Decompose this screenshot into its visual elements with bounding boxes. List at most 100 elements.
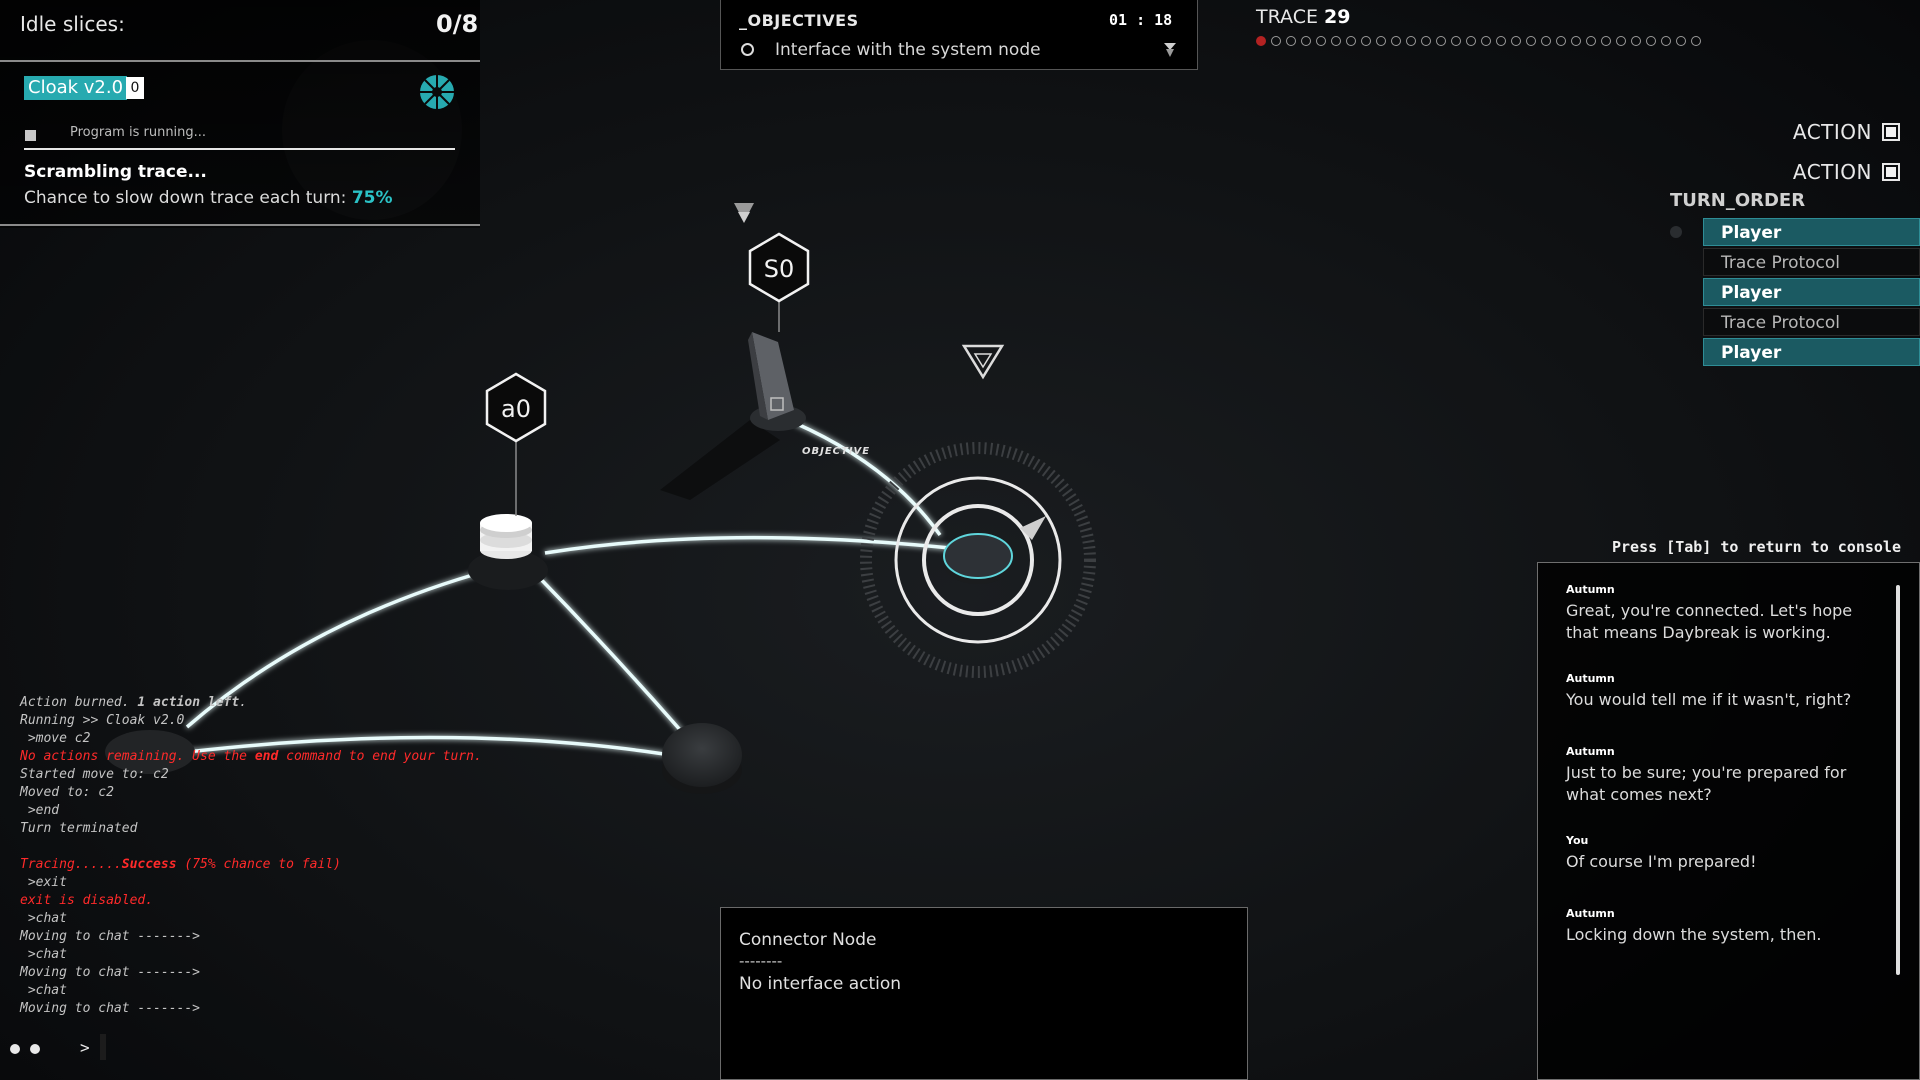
trace-dot [1676, 36, 1686, 46]
console-segment: (75% chance to fail) [176, 857, 341, 872]
console-segment: Moving to chat -------> [20, 965, 201, 980]
trace-value: 29 [1324, 6, 1351, 28]
idle-slices-value: 0/8 [436, 10, 479, 38]
turn-item: Trace Protocol [1703, 248, 1920, 276]
objectives-timer: 01 : 18 [1109, 11, 1173, 29]
trace-dot [1616, 36, 1626, 46]
trace-dot [1661, 36, 1671, 46]
console-line: Moving to chat -------> [20, 928, 580, 946]
console-line: >chat [20, 946, 580, 964]
console-segment: Turn terminated [20, 821, 138, 836]
node-info-separator: -------- [739, 952, 783, 970]
chat-scrollbar[interactable] [1896, 585, 1900, 975]
svg-text:S0: S0 [764, 255, 795, 283]
trace-dot [1511, 36, 1521, 46]
node-info-panel: Connector Node -------- No interface act… [720, 907, 1248, 1080]
console-line: Started move to: c2 [20, 766, 580, 784]
trace-dot [1496, 36, 1506, 46]
console-segment: >exit [20, 875, 67, 890]
trace-dot [1406, 36, 1416, 46]
divider [0, 60, 480, 62]
trace-dots [1256, 36, 1701, 48]
trace-dot [1376, 36, 1386, 46]
console-line: >exit [20, 874, 580, 892]
objectives-title: _OBJECTIVES [739, 11, 859, 30]
trace-dot [1691, 36, 1701, 46]
chat-author: Autumn [1566, 672, 1615, 685]
trace-dot [1316, 36, 1326, 46]
chat-panel[interactable]: Autumn Great, you're connected. Let's ho… [1537, 562, 1920, 1080]
console-line: Moving to chat -------> [20, 964, 580, 982]
node-s0-tower[interactable]: OBJECTIVE [660, 300, 870, 500]
trace-dot [1346, 36, 1356, 46]
console-line: exit is disabled. [20, 892, 580, 910]
trace-dot [1436, 36, 1446, 46]
program-name[interactable]: Cloak v2.0 [24, 76, 128, 100]
aperture-icon [420, 75, 454, 109]
console-segment: command to end your turn. [278, 749, 482, 764]
console-segment: Moving to chat -------> [20, 929, 201, 944]
divider [0, 224, 480, 226]
trace-dot [1526, 36, 1536, 46]
trace-counter: TRACE 29 [1256, 6, 1350, 28]
console-segment: >chat [20, 911, 67, 926]
progress-line [24, 148, 455, 150]
action-checkbox [1882, 163, 1900, 181]
console-log: Action burned. 1 action left. Running >> … [20, 694, 580, 1018]
console-segment [20, 839, 28, 854]
console-segment: Success [121, 857, 177, 872]
trace-dot [1451, 36, 1461, 46]
turn-order-list: Player Trace Protocol Player Trace Proto… [1703, 218, 1920, 368]
chat-text: Of course I'm prepared! [1566, 852, 1757, 871]
program-status: Program is running... [70, 125, 207, 140]
collapse-arrow-icon[interactable] [1163, 42, 1177, 58]
console-segment: end [254, 749, 279, 764]
console-segment: Started move to: c2 [20, 767, 169, 782]
chat-text: Locking down the system, then. [1566, 925, 1822, 944]
trace-dot [1541, 36, 1551, 46]
console-prompt: > [80, 1038, 90, 1057]
chat-message: Autumn Locking down the system, then. [1566, 907, 1866, 946]
program-count: 0 [126, 77, 144, 99]
trace-dot [1601, 36, 1611, 46]
status-dot [10, 1044, 20, 1054]
action-slot-1: ACTION [1793, 119, 1900, 145]
node-current[interactable] [860, 442, 1096, 678]
trace-dot [1466, 36, 1476, 46]
chat-message: Autumn Just to be sure; you're prepared … [1566, 745, 1866, 806]
trace-dot [1286, 36, 1296, 46]
console-input[interactable] [100, 1034, 106, 1060]
turn-item: Player [1703, 218, 1920, 246]
action-label: ACTION [1792, 120, 1872, 144]
console-segment: exit is disabled. [20, 893, 154, 908]
console-segment: 1 action left [137, 695, 240, 710]
trace-dot [1556, 36, 1566, 46]
trace-dot [1421, 36, 1431, 46]
chat-text: Just to be sure; you're prepared for wha… [1566, 763, 1847, 804]
trace-dot [1571, 36, 1581, 46]
turn-item: Trace Protocol [1703, 308, 1920, 336]
status-dot [30, 1044, 40, 1054]
console-line: Action burned. 1 action left. [20, 694, 580, 712]
console-segment: Moving to chat -------> [20, 1001, 201, 1016]
node-info-title: Connector Node [739, 930, 877, 950]
turn-item: Player [1703, 278, 1920, 306]
waypoint-triangle-icon [961, 344, 1005, 380]
node-a0[interactable] [468, 514, 548, 590]
trace-dot-active [1256, 36, 1266, 46]
console-line: >chat [20, 982, 580, 1000]
idle-slices-label: Idle slices: [20, 12, 125, 36]
trace-dot [1301, 36, 1311, 46]
console-segment: >chat [20, 983, 67, 998]
action-slot-2: ACTION [1793, 159, 1900, 185]
console-segment: Action burned. [20, 695, 138, 710]
node-c2[interactable] [662, 723, 742, 794]
hex-label-s0: S0 [748, 232, 810, 303]
chat-message: Autumn Great, you're connected. Let's ho… [1566, 583, 1866, 644]
stop-icon[interactable] [25, 130, 36, 141]
turn-order-title: TURN_ORDER [1670, 190, 1806, 211]
console-line: >move c2 [20, 730, 580, 748]
effect-desc-text: Chance to slow down trace each turn: [24, 188, 347, 208]
chat-message: Autumn You would tell me if it wasn't, r… [1566, 672, 1866, 711]
svg-text:a0: a0 [501, 395, 531, 423]
